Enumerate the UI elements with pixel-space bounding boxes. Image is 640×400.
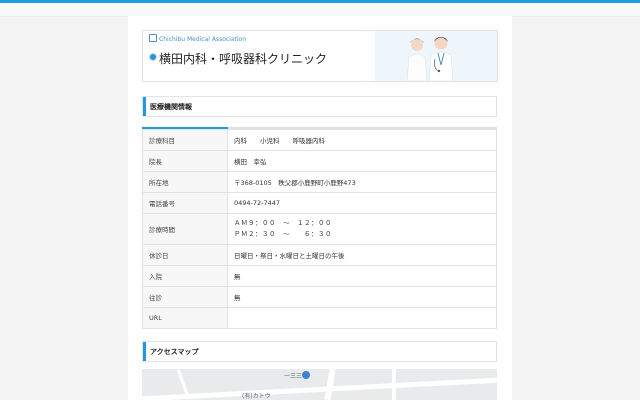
map-label-top: 一三三	[284, 373, 303, 380]
row-label: 所在地	[142, 171, 228, 193]
row-label: 休診日	[142, 244, 228, 266]
row-value: 〒368-0105 秩父郡小鹿野町小鹿野473	[227, 171, 497, 193]
page-content: Chichibu Medical Association 横田内科・呼吸器科クリ…	[128, 16, 512, 400]
map-section-header: アクセスマップ	[142, 341, 497, 362]
table-row: 診療科目 内科 小児科 呼吸器内科	[142, 129, 497, 151]
clinic-banner: Chichibu Medical Association 横田内科・呼吸器科クリ…	[142, 30, 498, 82]
table-row: 所在地 〒368-0105 秩父郡小鹿野町小鹿野473	[142, 171, 497, 193]
row-value: 内科 小児科 呼吸器内科	[227, 129, 497, 151]
table-row: 入院 無	[142, 265, 497, 287]
row-label: 院長	[142, 150, 228, 172]
row-label: 入院	[142, 265, 228, 287]
info-section-title: 医療機関情報	[150, 103, 192, 111]
access-map[interactable]: 一三三 (有)カトウ	[142, 369, 497, 400]
table-row: 休診日 日曜日・祭日・水曜日と土曜日の午後	[142, 244, 497, 266]
association-text: Chichibu Medical Association	[159, 36, 247, 43]
row-value: 無	[227, 265, 497, 287]
row-value: 無	[227, 286, 497, 308]
map-section-title: アクセスマップ	[150, 348, 199, 356]
row-value: 横田 幸弘	[227, 150, 497, 172]
table-row: 診療時間 ＡＭ９：００ ～ １２：００ ＰＭ２：３０ ～ ６：３０	[142, 213, 497, 245]
bullet-icon	[149, 53, 157, 61]
info-section-header: 医療機関情報	[142, 96, 497, 117]
row-value: ＡＭ９：００ ～ １２：００ ＰＭ２：３０ ～ ６：３０	[227, 213, 497, 245]
map-label-bottom: (有)カトウ	[242, 393, 271, 400]
table-row: 院長 横田 幸弘	[142, 150, 497, 172]
row-label: 電話番号	[142, 192, 228, 214]
clinic-name: 横田内科・呼吸器科クリニック	[159, 52, 328, 66]
map-road	[392, 369, 396, 400]
row-value: 日曜日・祭日・水曜日と土曜日の午後	[227, 244, 497, 266]
association-label: Chichibu Medical Association	[149, 34, 246, 43]
row-value: 0494-72-7447	[227, 192, 497, 214]
hours-am: ＡＭ９：００ ～ １２：００	[234, 219, 332, 227]
row-label: 診療科目	[142, 129, 228, 151]
row-value-url[interactable]	[227, 307, 497, 329]
top-strip	[0, 3, 640, 17]
map-road	[142, 377, 497, 400]
map-pin-icon[interactable]	[302, 371, 310, 379]
row-label: 診療時間	[142, 213, 228, 245]
map-road	[324, 369, 336, 400]
association-logo-icon	[149, 34, 157, 42]
table-row: 往診 無	[142, 286, 497, 308]
doctor-nurse-illustration	[375, 31, 497, 81]
row-label: 往診	[142, 286, 228, 308]
table-row: URL	[142, 307, 497, 329]
clinic-info-table: 診療科目 内科 小児科 呼吸器内科 院長 横田 幸弘 所在地 〒368-0105…	[142, 129, 497, 329]
row-label: URL	[142, 307, 228, 329]
hours-pm: ＰＭ２：３０ ～ ６：３０	[234, 230, 332, 238]
table-row: 電話番号 0494-72-7447	[142, 192, 497, 214]
